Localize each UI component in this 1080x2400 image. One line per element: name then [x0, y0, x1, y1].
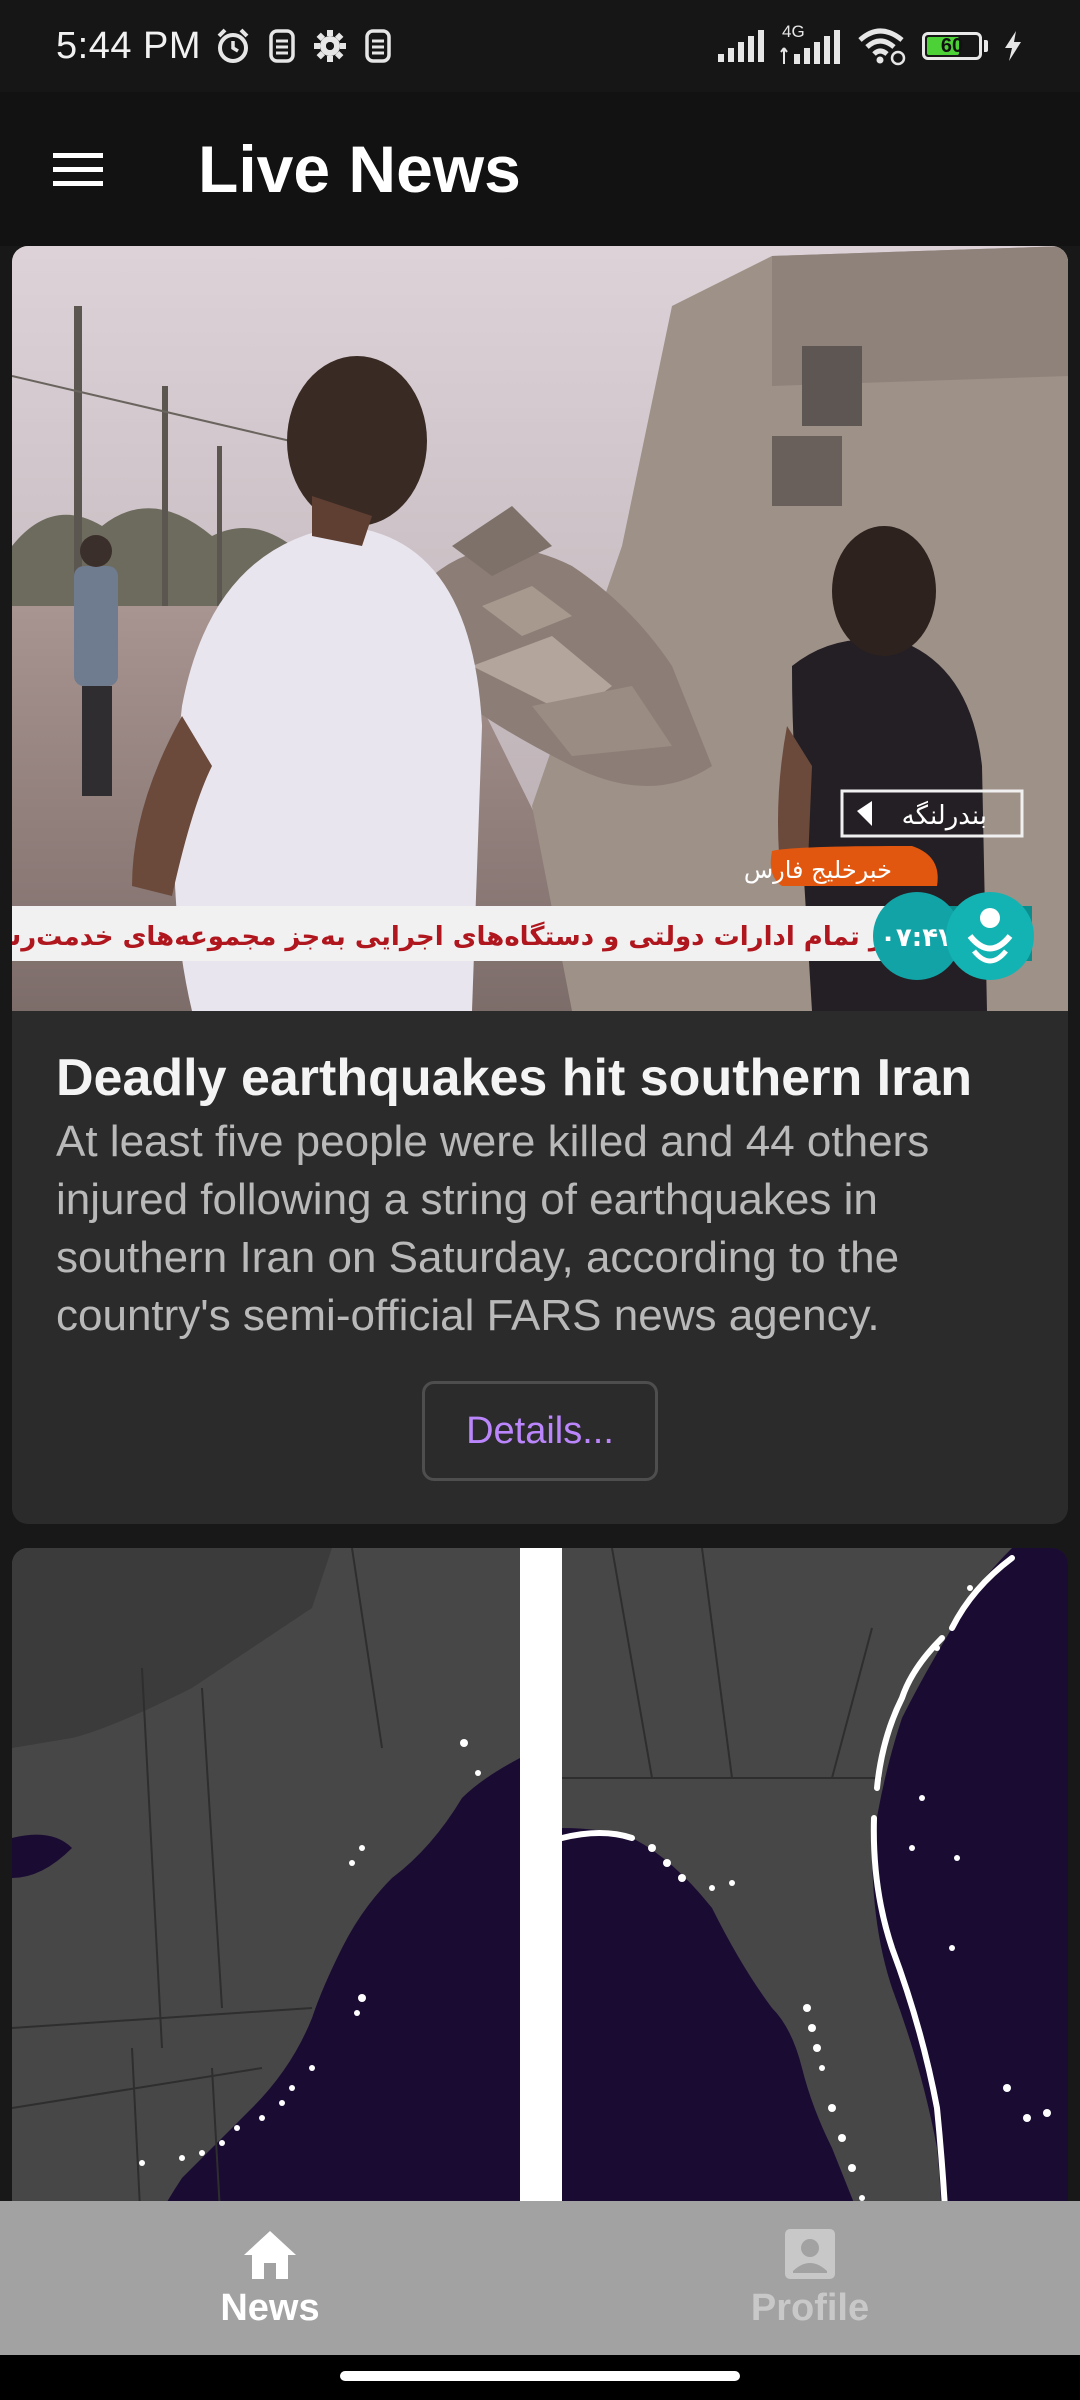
menu-icon [53, 153, 103, 186]
news-ticker: وز تمام ادارات دولتی و دستگاه‌های اجرایی… [12, 921, 900, 952]
status-left-icons [213, 26, 393, 66]
sim-icon [269, 29, 295, 63]
battery-level: 60 [940, 34, 964, 57]
channel-label: خبرخلیج فارس [744, 856, 892, 884]
news-feed[interactable]: بندرلنگه خبرخلیج فارس وز تمام ادارات دول… [0, 246, 1080, 2201]
app-bar: Live News [0, 92, 1080, 246]
nav-label-profile: Profile [750, 2286, 870, 2329]
news-card [12, 1548, 1068, 2201]
status-time: 5:44 PM [56, 24, 202, 67]
bottom-navigation: News Profile [0, 2201, 1080, 2355]
nav-item-news[interactable]: News [0, 2201, 540, 2355]
earthquake-photo: بندرلنگه خبرخلیج فارس وز تمام ادارات دول… [12, 246, 1068, 1011]
tv-clock: ۰۷:۴۷ [880, 923, 954, 953]
signal-icon [718, 30, 764, 62]
news-image[interactable]: بندرلنگه خبرخلیج فارس وز تمام ادارات دول… [12, 246, 1068, 1011]
sim-icon [365, 29, 391, 63]
signal-4g-icon: 4G [780, 22, 842, 66]
earthquake-map [12, 1548, 1068, 2201]
settings-icon [314, 30, 347, 62]
menu-button[interactable] [18, 109, 138, 229]
home-icon [244, 2230, 296, 2279]
news-image[interactable] [12, 1548, 1068, 2201]
charging-icon [1005, 31, 1021, 61]
gesture-handle[interactable] [340, 2371, 740, 2381]
news-card: بندرلنگه خبرخلیج فارس وز تمام ادارات دول… [12, 246, 1068, 1524]
battery-icon: 60 [922, 32, 988, 60]
news-card-body: Deadly earthquakes hit southern Iran At … [12, 1011, 1068, 1482]
news-description: At least five people were killed and 44 … [56, 1116, 930, 1341]
status-bar: 5:44 PM 4G 60 [0, 0, 1080, 92]
place-label: بندرلنگه [902, 800, 987, 831]
nav-label-news: News [220, 2286, 320, 2329]
wifi-icon [858, 28, 906, 66]
nav-item-profile[interactable]: Profile [540, 2201, 1080, 2355]
system-navigation [0, 2355, 1080, 2400]
alarm-icon [217, 28, 249, 63]
page-title: Live News [198, 132, 521, 206]
details-button[interactable]: Details... [422, 1381, 658, 1482]
status-right-icons: 4G 60 [716, 22, 1024, 66]
news-title: Deadly earthquakes hit southern Iran [56, 1049, 973, 1107]
profile-icon [785, 2228, 835, 2279]
